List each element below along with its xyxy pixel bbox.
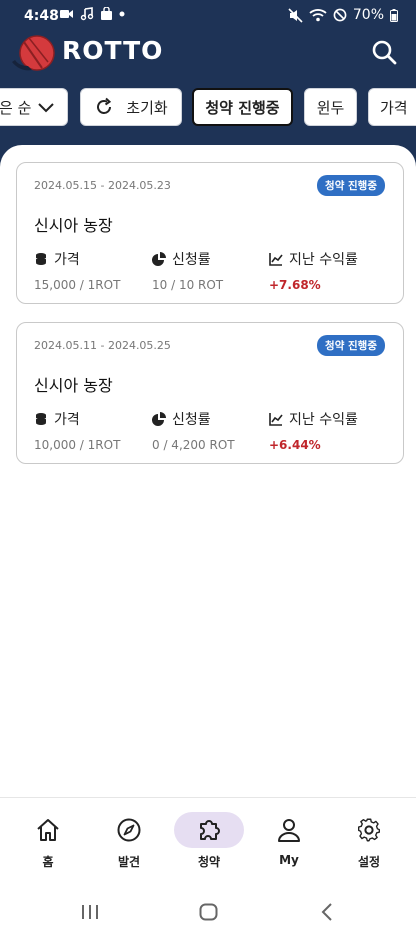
sort-dropdown-label: 은 순	[0, 98, 32, 117]
puzzle-icon	[200, 820, 220, 840]
subscription-rate-stat: 신청률 0 / 4,200 ROT	[152, 409, 235, 452]
status-badge: 청약 진행중	[317, 175, 385, 196]
bottom-navigation: 홈 발견 청약 My 설정	[0, 797, 416, 883]
nav-my-label: My	[279, 853, 299, 867]
status-badge: 청약 진행중	[317, 335, 385, 356]
past-return-value: +7.68%	[269, 278, 321, 292]
offering-card[interactable]: 2024.05.15 - 2024.05.23 청약 진행중 신시아 농장 가격…	[16, 162, 404, 304]
subscription-rate-stat: 신청률 10 / 10 ROT	[152, 249, 223, 292]
subscription-rate-label: 신청률	[172, 412, 211, 428]
offering-title: 신시아 농장	[34, 376, 113, 395]
compass-icon	[117, 818, 141, 842]
subscription-rate-label: 신청률	[172, 252, 211, 268]
past-return-label: 지난 수익률	[289, 412, 358, 428]
status-left-icons	[60, 7, 125, 21]
price-value: 10,000 / 1ROT	[34, 438, 121, 452]
filter-chip-window[interactable]: 윈두	[304, 88, 357, 126]
chevron-down-icon	[38, 103, 55, 113]
pie-chart-icon	[152, 412, 166, 426]
refresh-icon	[97, 97, 112, 114]
filter-chip-price[interactable]: 가격	[368, 88, 416, 126]
coins-icon	[36, 253, 46, 265]
offering-date-range: 2024.05.15 - 2024.05.23	[34, 179, 171, 192]
nav-settings[interactable]: 설정	[334, 812, 404, 872]
line-chart-icon	[269, 413, 283, 426]
battery-percent: 70%	[352, 7, 384, 23]
price-stat: 가격 15,000 / 1ROT	[34, 249, 120, 292]
past-return-value: +6.44%	[269, 438, 321, 452]
nav-discover-label: 발견	[117, 855, 141, 869]
search-icon[interactable]	[370, 38, 398, 66]
do-not-disturb-icon	[333, 8, 347, 22]
rotto-logo-icon	[12, 35, 55, 71]
past-return-label: 지난 수익률	[289, 252, 358, 268]
nav-settings-label: 설정	[357, 855, 381, 869]
subscription-rate-value: 0 / 4,200 ROT	[152, 438, 235, 452]
line-chart-icon	[269, 253, 283, 266]
price-stat: 가격 10,000 / 1ROT	[34, 409, 120, 452]
home-button-icon[interactable]	[199, 903, 218, 921]
nav-home-label: 홈	[42, 855, 54, 869]
reset-button-label: 초기화	[126, 98, 168, 117]
video-icon	[60, 10, 73, 18]
nav-subscription[interactable]: 청약	[174, 812, 244, 872]
home-icon	[37, 819, 59, 841]
shopping-bag-icon	[101, 7, 112, 20]
offering-card[interactable]: 2024.05.11 - 2024.05.25 청약 진행중 신시아 농장 가격…	[16, 322, 404, 464]
status-time: 4:48	[24, 8, 59, 24]
app-title: ROTTO	[62, 36, 164, 65]
system-navigation-bar	[0, 883, 416, 937]
back-icon[interactable]	[320, 902, 334, 922]
price-value: 15,000 / 1ROT	[34, 278, 121, 292]
nav-my[interactable]: My	[254, 812, 324, 872]
coins-icon	[36, 413, 46, 425]
filter-chip-price-label: 가격	[380, 98, 408, 117]
person-icon	[278, 819, 300, 842]
app-header: ROTTO	[0, 28, 416, 80]
filter-chip-window-label: 윈두	[316, 98, 345, 117]
music-icon	[80, 7, 94, 21]
offering-title: 신시아 농장	[34, 216, 113, 235]
status-right-icons: 70%	[288, 7, 398, 23]
mute-icon	[288, 7, 303, 23]
reset-button[interactable]: 초기화	[80, 88, 182, 126]
filter-chip-subscribing[interactable]: 청약 진행중	[192, 88, 293, 126]
filter-chip-subscribing-label: 청약 진행중	[205, 98, 280, 117]
offering-date-range: 2024.05.11 - 2024.05.25	[34, 339, 171, 352]
sort-dropdown[interactable]: 은 순	[0, 88, 68, 126]
price-label: 가격	[54, 412, 80, 428]
price-label: 가격	[54, 252, 80, 268]
battery-icon	[390, 8, 398, 22]
dot-icon	[119, 11, 125, 17]
pie-chart-icon	[152, 252, 166, 266]
content-sheet: 2024.05.15 - 2024.05.23 청약 진행중 신시아 농장 가격…	[0, 145, 416, 797]
subscription-rate-value: 10 / 10 ROT	[152, 278, 224, 292]
nav-discover[interactable]: 발견	[94, 812, 164, 872]
nav-subscription-label: 청약	[197, 855, 221, 869]
nav-home[interactable]: 홈	[13, 812, 83, 872]
past-return-stat: 지난 수익률 +6.44%	[269, 409, 358, 452]
gear-icon	[357, 818, 381, 842]
wifi-icon	[309, 9, 327, 22]
filter-chip-row: 은 순 초기화 청약 진행중 윈두 가격	[0, 88, 416, 128]
past-return-stat: 지난 수익률 +7.68%	[269, 249, 358, 292]
recent-apps-icon[interactable]	[80, 903, 100, 921]
